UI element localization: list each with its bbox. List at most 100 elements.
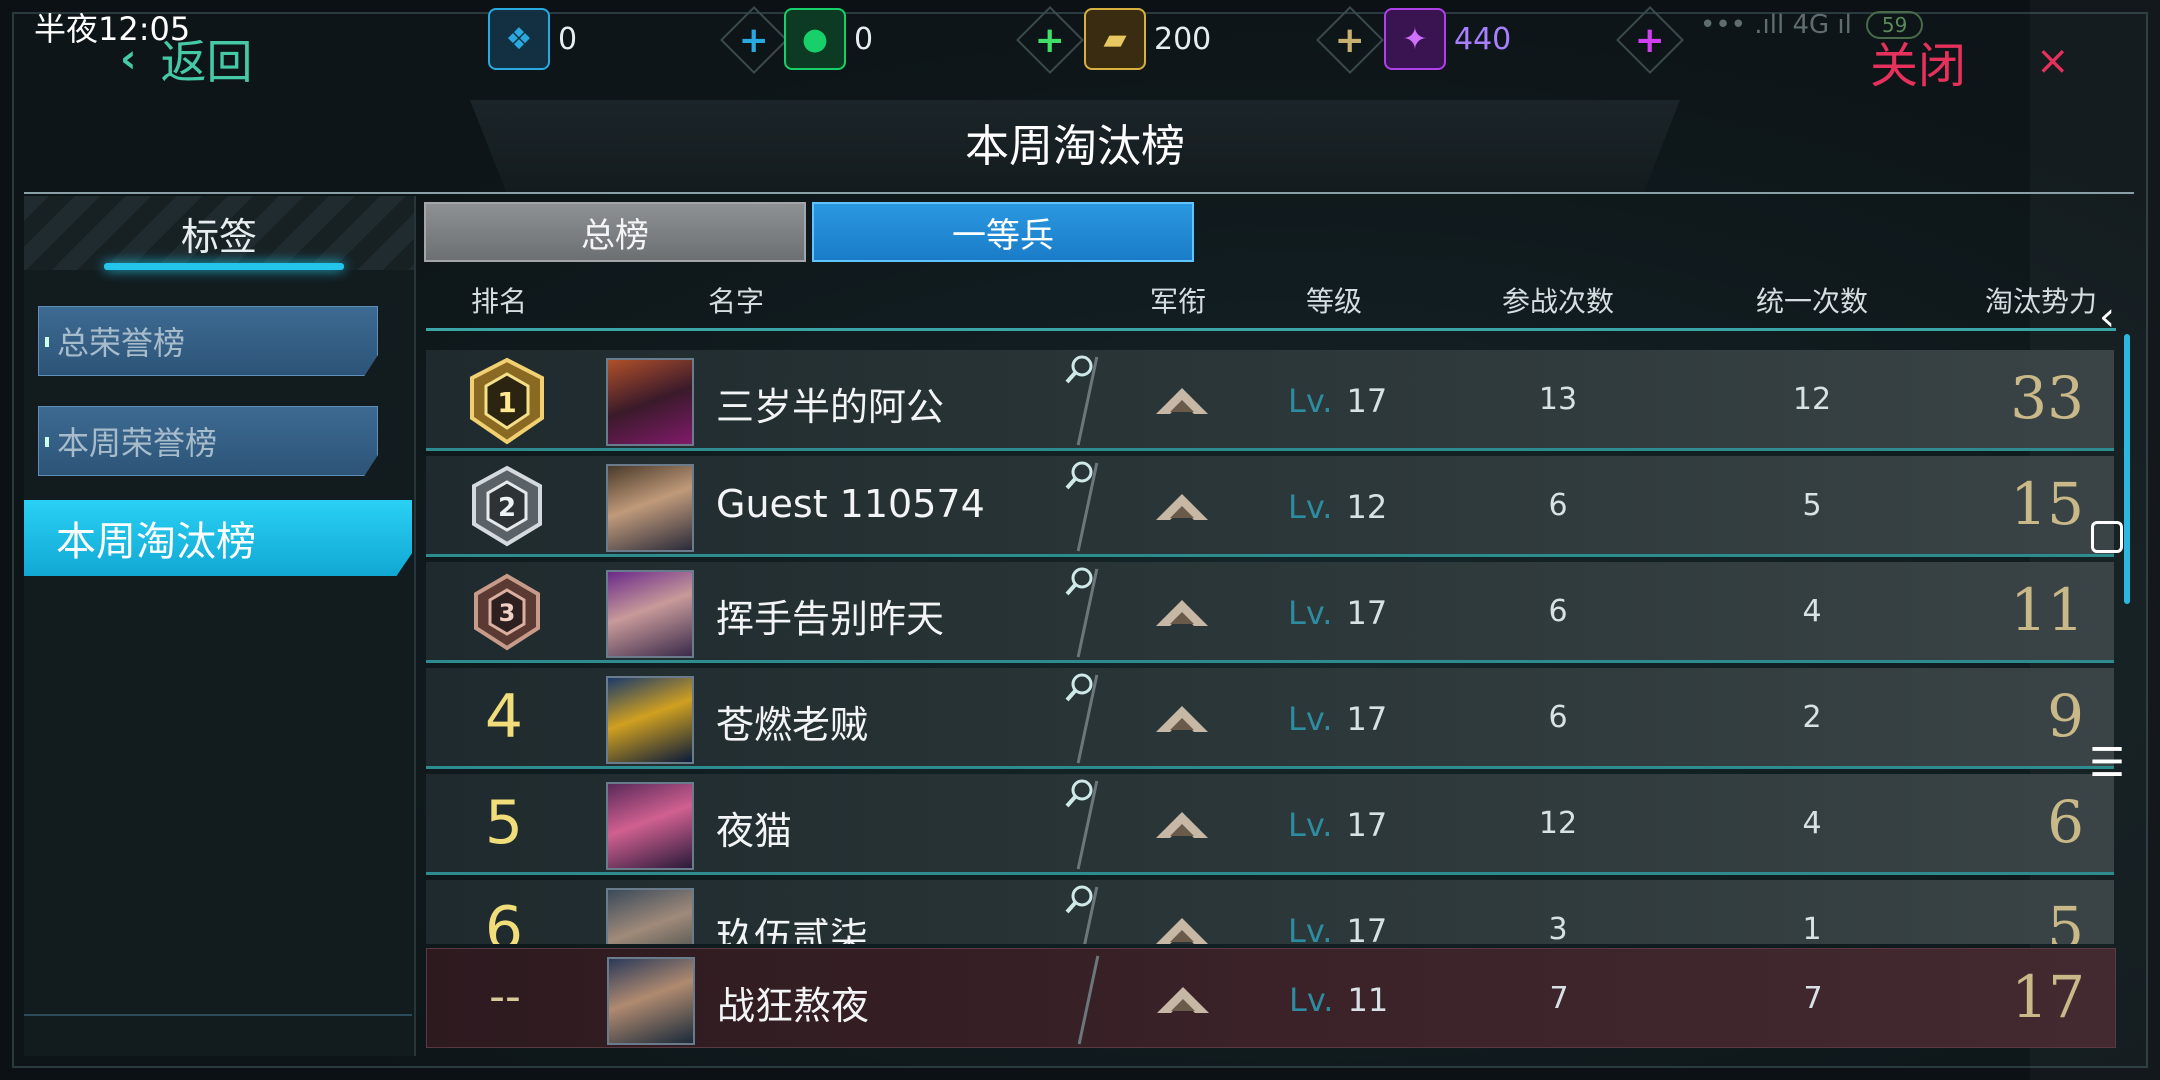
- table-header: 排名 名字 军衔 等级 参战次数 统一次数 淘汰势力: [426, 270, 2126, 326]
- column-header-rank: 排名: [470, 285, 528, 318]
- level-value: 17: [1346, 806, 1388, 844]
- close-icon: ×: [2036, 38, 2070, 84]
- level-cell: Lv. 12: [1288, 488, 1387, 526]
- sidebar-header: 标签: [24, 196, 414, 270]
- military-rank-icon: [1156, 388, 1208, 414]
- svg-text:3: 3: [499, 599, 516, 627]
- table-row[interactable]: -- 战狂熬夜 Lv. 11 7 7 17: [426, 948, 2116, 1048]
- power-cell: 17: [2011, 963, 2085, 1031]
- gem-icon: ✦: [1384, 8, 1446, 70]
- table-header-divider: [426, 328, 2116, 331]
- plus-icon: +: [1634, 19, 1666, 61]
- table-row[interactable]: 6 玖伍贰柒 Lv. 17 3 1 5: [426, 880, 2114, 944]
- menu-nav-icon[interactable]: ☰: [2082, 738, 2132, 788]
- level-prefix: Lv.: [1288, 488, 1333, 526]
- player-name: 夜猫: [716, 809, 793, 853]
- sidebar-item-weekly-elimination[interactable]: 本周淘汰榜: [24, 500, 412, 576]
- military-rank-icon: [1157, 987, 1209, 1013]
- table-row[interactable]: 3 挥手告别昨天 Lv. 17 6 4 11: [426, 562, 2114, 663]
- level-value: 17: [1346, 594, 1388, 632]
- level-cell: Lv. 11: [1289, 981, 1388, 1019]
- battles-cell: 7: [1549, 981, 1569, 1016]
- sidebar-divider: [24, 1014, 412, 1016]
- military-rank-icon: [1156, 812, 1208, 838]
- close-button[interactable]: 关闭 ×: [1870, 26, 2070, 96]
- sidebar-item-total-honor[interactable]: 总荣誉榜: [38, 306, 378, 376]
- close-label: 关闭: [1870, 38, 1967, 94]
- power-cell: 9: [2047, 682, 2084, 750]
- divider-slash: [1077, 955, 1100, 1045]
- level-cell: Lv. 17: [1288, 382, 1387, 420]
- sidebar-item-weekly-honor[interactable]: 本周荣誉榜: [38, 406, 378, 476]
- chevron-left-icon: ‹: [120, 36, 137, 82]
- column-header-eliminated-factions: 淘汰势力: [1984, 285, 2098, 318]
- plus-icon: +: [1034, 19, 1066, 61]
- avatar[interactable]: [606, 888, 694, 944]
- resource-scroll: ▰ 200: [1084, 8, 1211, 70]
- avatar[interactable]: [606, 464, 694, 552]
- resource-gem: ✦ 440: [1384, 8, 1511, 70]
- level-value: 12: [1346, 488, 1388, 526]
- crystal-icon: ❖: [488, 8, 550, 70]
- table-row[interactable]: 5 夜猫 Lv. 17 12 4 6: [426, 774, 2114, 875]
- add-droplet-button[interactable]: +: [1016, 6, 1084, 74]
- level-value: 11: [1347, 981, 1389, 1019]
- avatar[interactable]: [606, 570, 694, 658]
- avatar[interactable]: [606, 676, 694, 764]
- add-crystal-button[interactable]: +: [720, 6, 788, 74]
- column-header-unified: 统一次数: [1755, 285, 1869, 318]
- leaderboard-list[interactable]: 1 三岁半的阿公 Lv. 17 13 12 33 2 Guest 110574 L…: [426, 346, 2116, 944]
- unified-cell: 4: [1802, 806, 1822, 841]
- avatar[interactable]: [606, 782, 694, 870]
- unified-cell: 5: [1802, 488, 1822, 523]
- add-gem-button[interactable]: +: [1616, 6, 1684, 74]
- level-cell: Lv. 17: [1288, 594, 1387, 632]
- battles-cell: 12: [1538, 806, 1578, 841]
- back-button[interactable]: ‹ 返回: [120, 26, 252, 92]
- column-header-name: 名字: [707, 285, 765, 318]
- bullet-icon: [45, 437, 49, 447]
- avatar[interactable]: [606, 358, 694, 446]
- military-rank-icon: [1156, 494, 1208, 520]
- unified-cell: 1: [1802, 912, 1822, 944]
- power-cell: 6: [2047, 788, 2084, 856]
- svg-text:2: 2: [498, 493, 516, 523]
- unified-cell: 7: [1803, 981, 1823, 1016]
- rank-number: --: [489, 971, 521, 1022]
- level-value: 17: [1346, 382, 1388, 420]
- sidebar-item-label: 本周淘汰榜: [56, 519, 256, 565]
- scrollbar[interactable]: [2124, 334, 2130, 604]
- back-nav-icon[interactable]: ‹: [2082, 292, 2132, 342]
- resource-droplet-value: 0: [854, 21, 874, 57]
- resource-crystal-value: 0: [558, 21, 578, 57]
- add-scroll-button[interactable]: +: [1316, 6, 1384, 74]
- level-value: 17: [1346, 912, 1388, 944]
- resource-scroll-value: 200: [1154, 21, 1212, 57]
- avatar[interactable]: [607, 957, 695, 1045]
- level-cell: Lv. 17: [1288, 912, 1387, 944]
- unified-cell: 2: [1802, 700, 1822, 735]
- battles-cell: 6: [1548, 594, 1568, 629]
- tab-overall[interactable]: 总榜: [424, 202, 806, 262]
- tab-private-first-class[interactable]: 一等兵: [812, 202, 1194, 262]
- home-nav-icon[interactable]: [2082, 512, 2132, 562]
- resource-droplet: ● 0: [784, 8, 873, 70]
- self-rank-row[interactable]: -- 战狂熬夜 Lv. 11 7 7 17: [426, 948, 2116, 1048]
- table-row[interactable]: 4 苍燃老贼 Lv. 17 6 2 9: [426, 668, 2114, 769]
- table-row[interactable]: 2 Guest 110574 Lv. 12 6 5 15: [426, 456, 2114, 557]
- table-row[interactable]: 1 三岁半的阿公 Lv. 17 13 12 33: [426, 350, 2114, 451]
- silver-medal-icon: 2: [472, 465, 542, 547]
- sidebar-item-label: 本周荣誉榜: [57, 424, 218, 462]
- rank-number: 4: [484, 682, 524, 752]
- battles-cell: 6: [1548, 488, 1568, 523]
- player-name: 苍燃老贼: [716, 703, 869, 747]
- column-header-military-rank: 军衔: [1149, 285, 1207, 318]
- back-label: 返回: [160, 35, 253, 89]
- column-header-battles: 参战次数: [1501, 285, 1615, 318]
- battles-cell: 13: [1538, 382, 1578, 417]
- unified-cell: 4: [1802, 594, 1822, 629]
- level-prefix: Lv.: [1289, 981, 1334, 1019]
- level-value: 17: [1346, 700, 1388, 738]
- droplet-icon: ●: [784, 8, 846, 70]
- military-rank-icon: [1156, 600, 1208, 626]
